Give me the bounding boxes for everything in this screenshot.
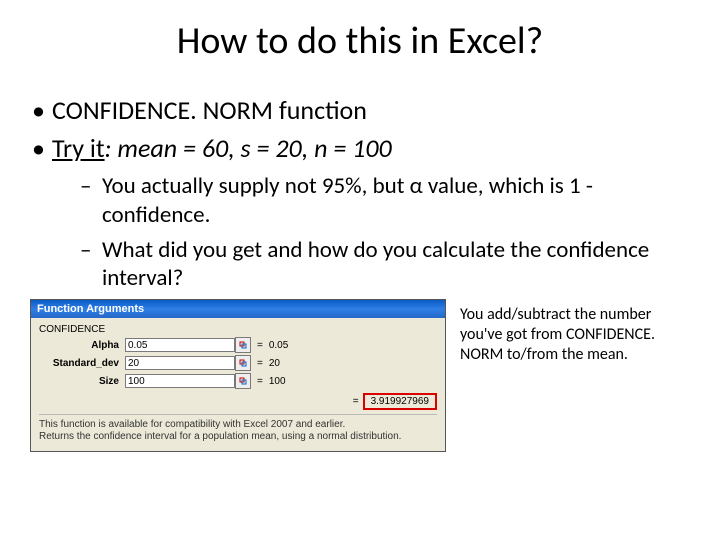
stddev-input[interactable]	[125, 356, 235, 370]
size-label: Size	[39, 376, 125, 387]
range-selector-icon[interactable]	[235, 337, 251, 353]
sub-1: You actually supply not 95%, but α value…	[80, 172, 690, 230]
field-row-size: Size = 100	[39, 373, 437, 389]
field-row-stddev: Standard_dev = 20	[39, 355, 437, 371]
size-input[interactable]	[125, 374, 235, 388]
field-row-alpha: Alpha = 0.05	[39, 337, 437, 353]
alpha-result: 0.05	[269, 340, 288, 351]
bullet-2-params: : mean = 60, s = 20, n = 100	[105, 132, 392, 164]
final-result: 3.919927969	[363, 393, 437, 410]
dialog-group-label: CONFIDENCE	[39, 324, 437, 335]
dialog-description-1: This function is available for compatibi…	[39, 419, 437, 431]
bullet-1: CONFIDENCE. NORM function	[30, 94, 690, 126]
equals-sign: =	[257, 358, 263, 369]
slide-title: How to do this in Excel?	[30, 18, 690, 64]
range-selector-icon[interactable]	[235, 355, 251, 371]
function-arguments-dialog: Function Arguments CONFIDENCE Alpha = 0.…	[30, 299, 446, 452]
equals-sign: =	[257, 376, 263, 387]
alpha-label: Alpha	[39, 340, 125, 351]
size-result: 100	[269, 376, 286, 387]
alpha-input[interactable]	[125, 338, 235, 352]
dialog-description: This function is available for compatibi…	[39, 414, 437, 443]
result-row: = 3.919927969	[39, 393, 437, 410]
stddev-label: Standard_dev	[39, 358, 125, 369]
bullet-list: CONFIDENCE. NORM function Try it: mean =…	[30, 94, 690, 293]
bullet-2: Try it: mean = 60, s = 20, n = 100 You a…	[30, 132, 690, 293]
equals-sign: =	[257, 340, 263, 351]
dialog-description-2: Returns the confidence interval for a po…	[39, 431, 437, 443]
sub-2: What did you get and how do you calculat…	[80, 236, 690, 294]
side-note: You add/subtract the number you've got f…	[460, 299, 690, 365]
bullet-2-tryit: Try it	[52, 132, 105, 164]
dialog-titlebar: Function Arguments	[31, 300, 445, 318]
sub-list: You actually supply not 95%, but α value…	[80, 172, 690, 293]
range-selector-icon[interactable]	[235, 373, 251, 389]
equals-sign: =	[353, 396, 359, 407]
stddev-result: 20	[269, 358, 280, 369]
